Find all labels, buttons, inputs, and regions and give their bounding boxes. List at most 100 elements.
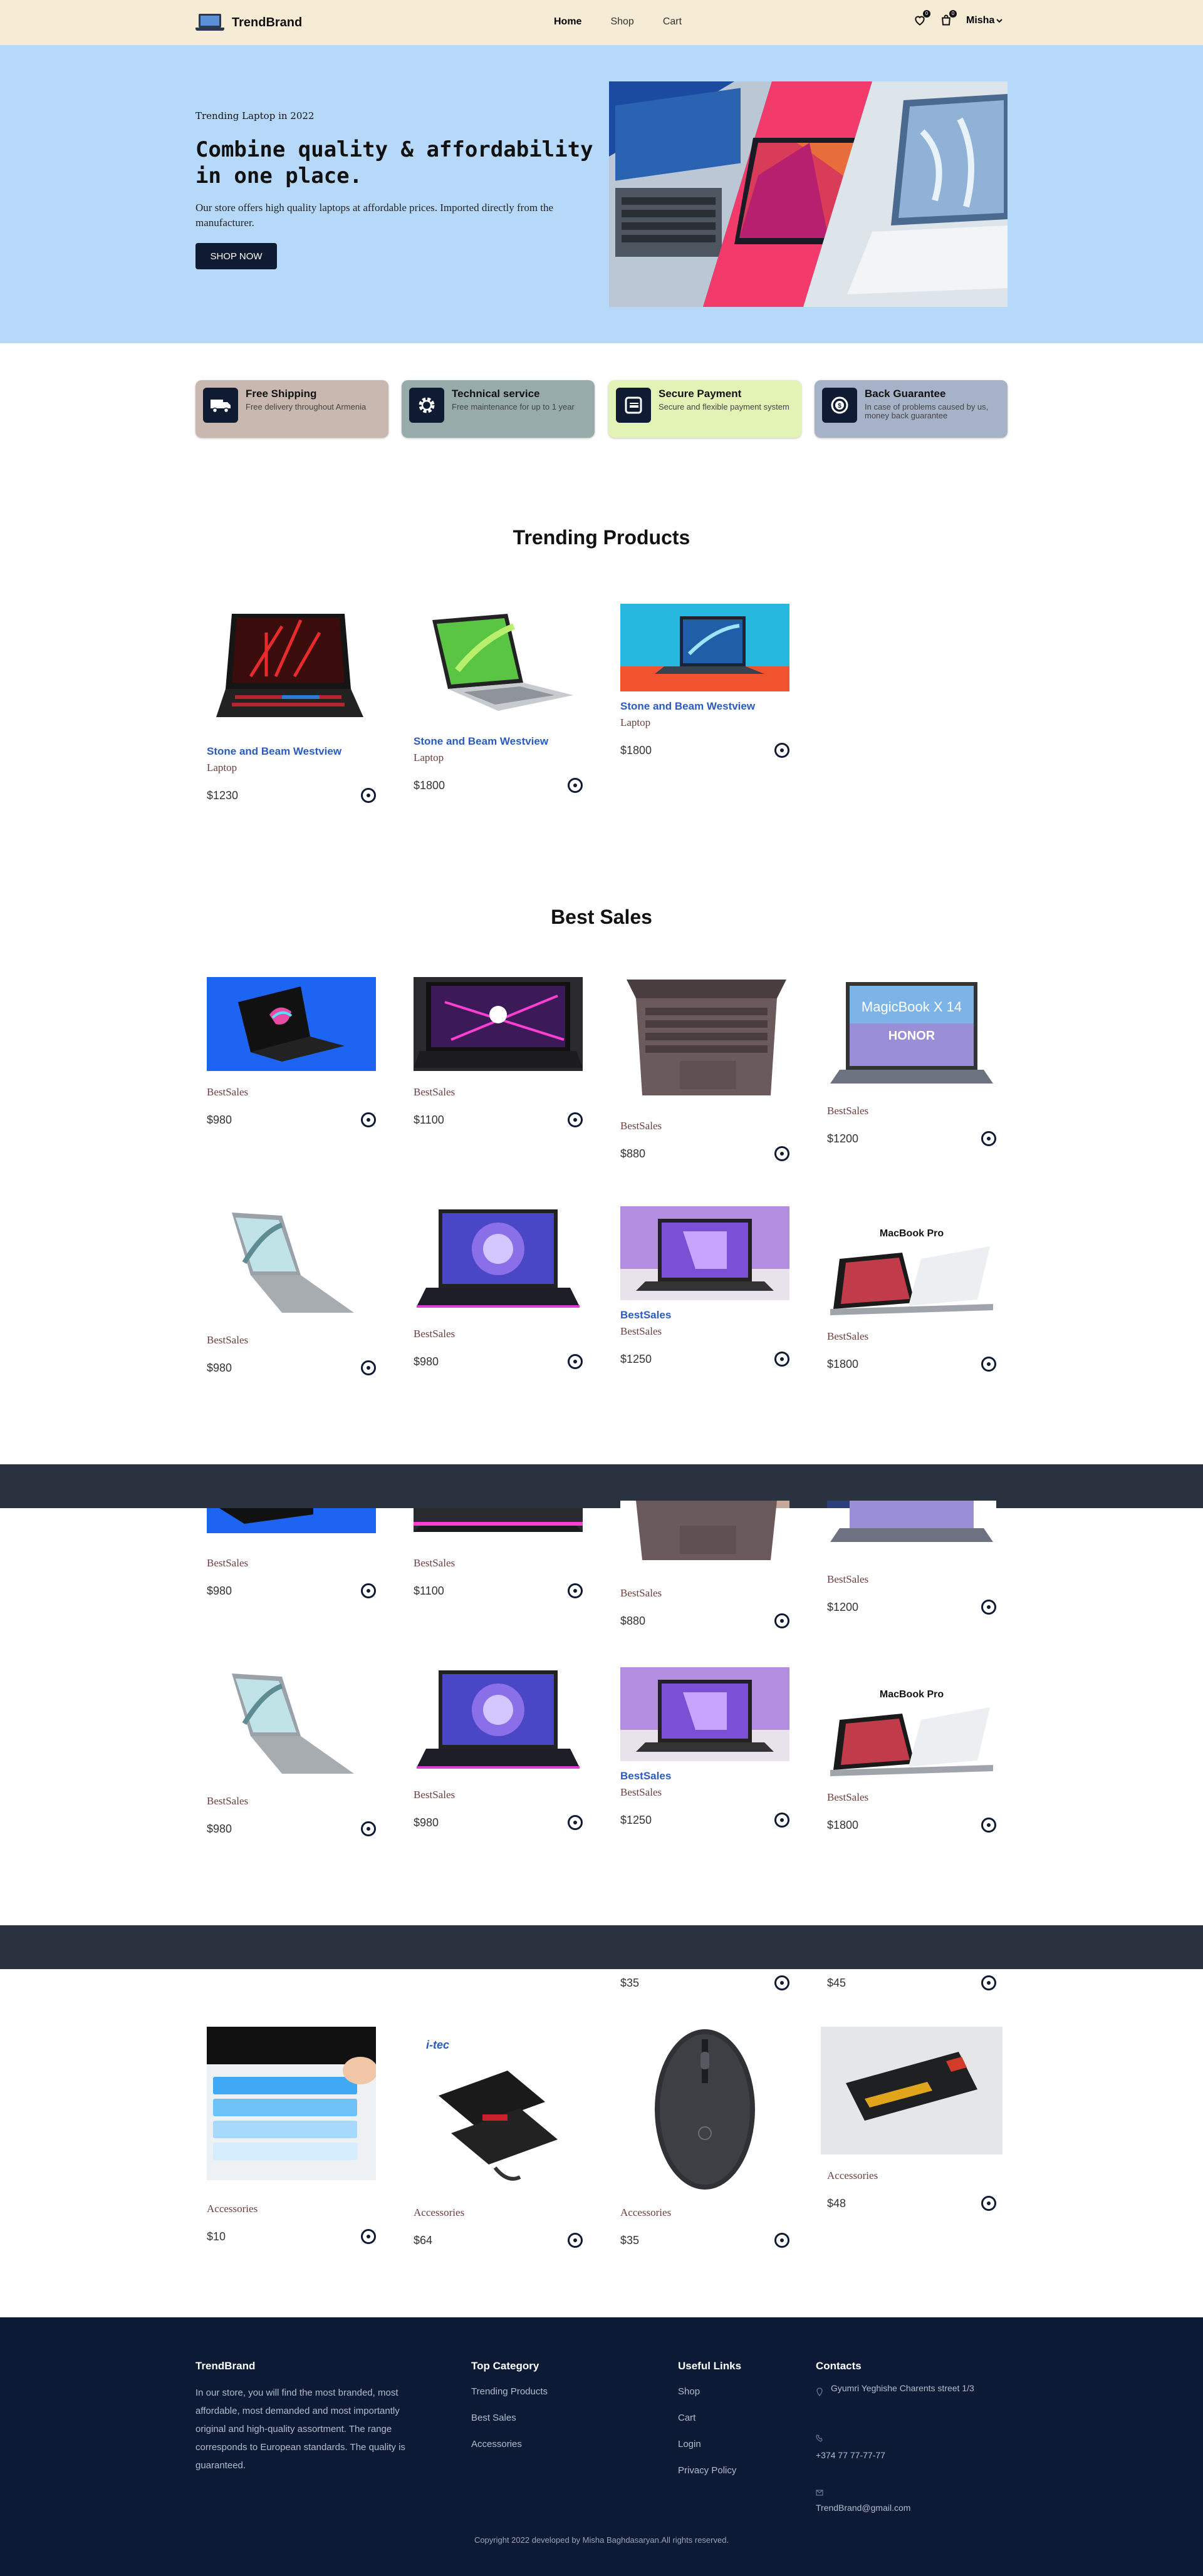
product-card[interactable]: Stone and Beam Westview Laptop $1230 bbox=[207, 601, 376, 803]
product-footer: $1800 bbox=[827, 1357, 996, 1372]
product-card[interactable]: BestSales $980 bbox=[207, 977, 376, 1127]
add-to-cart-icon[interactable] bbox=[361, 788, 376, 803]
product-category: BestSales bbox=[620, 1120, 662, 1132]
add-to-cart-icon[interactable] bbox=[361, 2229, 376, 2244]
product-card[interactable]: BestSales $1100 bbox=[414, 977, 583, 1127]
add-to-cart-icon[interactable] bbox=[774, 1813, 789, 1828]
add-to-cart-icon[interactable] bbox=[981, 1131, 996, 1146]
footer-link-shop[interactable]: Shop bbox=[678, 2386, 700, 2397]
footer-link-login[interactable]: Login bbox=[678, 2439, 701, 2449]
product-price: $64 bbox=[414, 2233, 433, 2247]
product-footer: $880 bbox=[620, 1613, 789, 1628]
nav-cart[interactable]: Cart bbox=[663, 16, 682, 28]
feature-title: Technical service bbox=[452, 388, 540, 400]
product-card[interactable]: BestSales BestSales $1250 bbox=[620, 1206, 789, 1367]
add-to-cart-icon[interactable] bbox=[568, 1815, 583, 1830]
product-price: $1800 bbox=[827, 1818, 859, 1831]
product-card[interactable]: BestSales $980 bbox=[207, 1206, 376, 1375]
add-to-cart-icon[interactable] bbox=[568, 1583, 583, 1598]
product-card-partial[interactable]: $45 bbox=[827, 1975, 996, 1990]
product-card[interactable]: Accessories $10 bbox=[207, 2027, 376, 2244]
add-to-cart-icon[interactable] bbox=[981, 1975, 996, 1990]
product-footer: $980 bbox=[414, 1815, 583, 1830]
footer-link-trending[interactable]: Trending Products bbox=[471, 2386, 548, 2397]
product-name[interactable]: Stone and Beam Westview bbox=[620, 700, 789, 713]
product-image bbox=[414, 1667, 583, 1774]
product-card[interactable]: BestSales $980 bbox=[414, 1206, 583, 1369]
product-image bbox=[620, 604, 789, 691]
add-to-cart-icon[interactable] bbox=[361, 1360, 376, 1375]
product-card[interactable]: BestSales $980 bbox=[207, 1508, 376, 1598]
product-card[interactable]: MagicBook X 14 HONOR BestSales $1200 bbox=[827, 977, 996, 1146]
add-to-cart-icon[interactable] bbox=[568, 2233, 583, 2248]
product-card[interactable]: BestSales $880 bbox=[620, 973, 789, 1161]
add-to-cart-icon[interactable] bbox=[981, 2196, 996, 2211]
add-to-cart-icon[interactable] bbox=[361, 1583, 376, 1598]
add-to-cart-icon[interactable] bbox=[774, 1352, 789, 1367]
product-price: $980 bbox=[207, 1361, 232, 1374]
user-name: Misha bbox=[966, 15, 995, 26]
product-card[interactable]: BestSales $1200 bbox=[827, 1501, 996, 1615]
product-name[interactable]: BestSales bbox=[620, 1770, 789, 1782]
footer-link-cart[interactable]: Cart bbox=[678, 2413, 695, 2423]
product-image bbox=[207, 2027, 376, 2180]
product-category: Accessories bbox=[207, 2203, 258, 2215]
product-card[interactable]: BestSales $980 bbox=[414, 1667, 583, 1830]
product-footer: $980 bbox=[414, 1354, 583, 1369]
nav-home[interactable]: Home bbox=[554, 16, 581, 28]
add-to-cart-icon[interactable] bbox=[774, 1613, 789, 1628]
footer-email[interactable]: TrendBrand@gmail.com bbox=[816, 2503, 910, 2513]
feature-desc: Secure and flexible payment system bbox=[659, 402, 789, 411]
footer-phone[interactable]: +374 77 77-77-77 bbox=[816, 2450, 885, 2460]
brand[interactable]: TrendBrand bbox=[195, 13, 302, 33]
product-card[interactable]: BestSales $1100 bbox=[414, 1508, 583, 1598]
add-to-cart-icon[interactable] bbox=[981, 1818, 996, 1833]
product-card[interactable]: i-tec Accessories $64 bbox=[414, 2027, 583, 2248]
product-footer: $1250 bbox=[620, 1813, 789, 1828]
product-name[interactable]: Stone and Beam Westview bbox=[414, 735, 583, 748]
feature-back-guarantee: $ Back Guarantee In case of problems cau… bbox=[815, 380, 1008, 438]
nav-shop[interactable]: Shop bbox=[610, 16, 633, 28]
product-name[interactable]: BestSales bbox=[620, 1309, 789, 1322]
product-footer: $45 bbox=[827, 1975, 996, 1990]
product-card-partial[interactable]: $35 bbox=[620, 1975, 789, 1990]
footer-link-best-sales[interactable]: Best Sales bbox=[471, 2413, 516, 2423]
product-image bbox=[207, 1206, 376, 1319]
add-to-cart-icon[interactable] bbox=[774, 1975, 789, 1990]
i-tec-logo-text: i-tec bbox=[426, 2039, 449, 2051]
footer-link-accessories[interactable]: Accessories bbox=[471, 2439, 522, 2449]
add-to-cart-icon[interactable] bbox=[568, 1112, 583, 1127]
product-price: $880 bbox=[620, 1614, 646, 1627]
add-to-cart-icon[interactable] bbox=[981, 1357, 996, 1372]
add-to-cart-icon[interactable] bbox=[981, 1600, 996, 1615]
feature-secure-payment: Secure Payment Secure and flexible payme… bbox=[608, 380, 801, 438]
product-footer: $1200 bbox=[827, 1131, 996, 1146]
add-to-cart-icon[interactable] bbox=[774, 2233, 789, 2248]
product-name[interactable]: Stone and Beam Westview bbox=[207, 745, 376, 758]
product-card[interactable]: BestSales $880 bbox=[620, 1501, 789, 1628]
add-to-cart-icon[interactable] bbox=[774, 1146, 789, 1161]
shop-now-button[interactable]: SHOP NOW bbox=[195, 243, 277, 269]
product-category: BestSales bbox=[827, 1105, 869, 1117]
product-card[interactable]: Accessories $35 bbox=[620, 2027, 789, 2248]
page: TrendBrand Home Shop Cart 0 0 Misha Tren… bbox=[0, 0, 1203, 2576]
add-to-cart-icon[interactable] bbox=[568, 1354, 583, 1369]
product-card[interactable]: MacBook Pro BestSales $1800 bbox=[827, 1682, 996, 1833]
user-menu[interactable]: Misha bbox=[966, 15, 1003, 26]
product-image bbox=[620, 2027, 789, 2193]
footer-link-privacy[interactable]: Privacy Policy bbox=[678, 2465, 736, 2476]
product-card[interactable]: Accessories $48 bbox=[821, 2027, 1002, 2211]
product-card[interactable]: BestSales $980 bbox=[207, 1667, 376, 1836]
add-to-cart-icon[interactable] bbox=[568, 778, 583, 793]
footer-contacts-title: Contacts bbox=[816, 2360, 862, 2372]
product-card[interactable]: BestSales BestSales $1250 bbox=[620, 1667, 789, 1828]
truck-icon bbox=[203, 388, 238, 423]
add-to-cart-icon[interactable] bbox=[361, 1112, 376, 1127]
add-to-cart-icon[interactable] bbox=[361, 1821, 376, 1836]
heart-icon[interactable]: 0 bbox=[914, 10, 930, 28]
product-card[interactable]: MacBook Pro BestSales $1800 bbox=[827, 1221, 996, 1372]
add-to-cart-icon[interactable] bbox=[774, 743, 789, 758]
product-card[interactable]: Stone and Beam Westview Laptop $1800 bbox=[414, 601, 583, 793]
shopping-bag-icon[interactable]: 0 bbox=[940, 10, 957, 28]
product-card[interactable]: Stone and Beam Westview Laptop $1800 bbox=[620, 604, 789, 758]
